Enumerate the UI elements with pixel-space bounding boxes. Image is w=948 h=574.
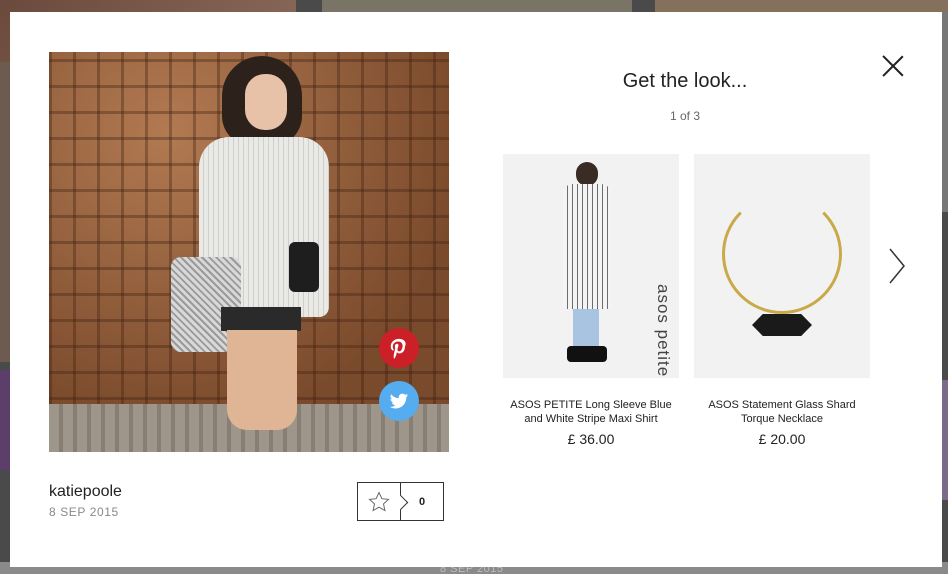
photo-figure bbox=[227, 330, 297, 430]
product-name[interactable]: ASOS PETITE Long Sleeve Blue and White S… bbox=[503, 398, 679, 426]
next-product-button[interactable] bbox=[886, 246, 908, 286]
background-tile bbox=[0, 370, 10, 470]
product-model bbox=[563, 184, 611, 309]
star-icon bbox=[368, 490, 390, 511]
product-name[interactable]: ASOS Statement Glass Shard Torque Neckla… bbox=[694, 398, 870, 426]
photo-figure bbox=[245, 74, 287, 130]
product-model bbox=[567, 346, 607, 362]
carousel-counter: 1 of 3 bbox=[669, 109, 701, 123]
product-image[interactable] bbox=[694, 154, 870, 378]
product-price: £ 36.00 bbox=[567, 431, 615, 447]
product-card[interactable]: ASOS Statement Glass Shard Torque Neckla… bbox=[694, 154, 870, 447]
pinterest-icon bbox=[390, 338, 406, 359]
look-modal: katiepoole 8 SEP 2015 0 Get the look... … bbox=[10, 12, 942, 567]
get-the-look-title: Get the look... bbox=[622, 70, 748, 92]
photo-figure bbox=[221, 307, 301, 331]
pinterest-share-button[interactable] bbox=[379, 328, 419, 368]
twitter-share-button[interactable] bbox=[379, 381, 419, 421]
background-tile bbox=[0, 62, 10, 362]
twitter-icon bbox=[389, 393, 409, 409]
necklace-ring bbox=[722, 194, 842, 314]
product-card[interactable]: asos petite ASOS PETITE Long Sleeve Blue… bbox=[503, 154, 679, 447]
background-tile bbox=[322, 0, 632, 12]
like-star-container[interactable] bbox=[358, 483, 401, 520]
post-date: 8 SEP 2015 bbox=[49, 505, 119, 519]
like-button[interactable]: 0 bbox=[357, 482, 444, 521]
necklace-stone bbox=[752, 314, 812, 336]
product-image[interactable]: asos petite bbox=[503, 154, 679, 378]
background-tile bbox=[655, 0, 948, 12]
product-image-brand: asos petite bbox=[654, 284, 673, 378]
close-icon[interactable] bbox=[878, 50, 908, 80]
post-username[interactable]: katiepoole bbox=[49, 483, 122, 501]
product-price: £ 20.00 bbox=[758, 431, 806, 447]
product-model bbox=[573, 309, 599, 349]
product-model bbox=[576, 162, 598, 186]
photo-figure bbox=[289, 242, 319, 292]
chevron-right-icon bbox=[889, 248, 905, 284]
